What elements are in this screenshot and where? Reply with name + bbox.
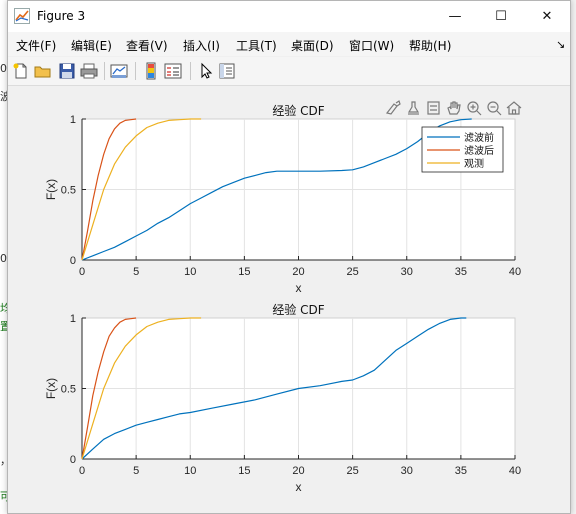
menu-insert[interactable]: 插入(I)	[183, 37, 220, 54]
figure-canvas[interactable]: 0 5 10 15 20 25 30 35 40 0 0.5 1 经验 CDF x F(x) 滤波前 滤波后 观测…	[8, 86, 570, 513]
axes-2: 0 5 10 15 20 25 30 35 40 0 0.5 1 经验 CDF x F(x)	[44, 302, 521, 494]
home-icon[interactable]	[506, 101, 522, 115]
y-tick-label: 1	[70, 114, 76, 126]
open-file-icon[interactable]	[34, 62, 52, 80]
link-plot-icon[interactable]	[110, 62, 128, 80]
y-tick-label: 0	[70, 454, 76, 466]
menu-file[interactable]: 文件(F)	[16, 37, 56, 54]
chart-title: 经验 CDF	[272, 103, 324, 118]
x-tick-label: 20	[292, 266, 304, 278]
x-tick-label: 5	[133, 266, 139, 278]
y-tick-label: 0.5	[61, 185, 76, 197]
menu-help[interactable]: 帮助(H)	[409, 37, 451, 54]
x-tick-label: 30	[401, 465, 413, 477]
x-tick-label: 15	[238, 465, 250, 477]
insert-colorbar-icon[interactable]	[142, 62, 160, 80]
plot-area[interactable]: 0 5 10 15 20 25 30 35 4000.51经验 CDFxF(x)滤波前滤波后观测…	[8, 86, 570, 513]
x-tick-label: 0	[79, 465, 85, 477]
toolbar-separator	[135, 62, 136, 80]
x-tick-label: 35	[455, 266, 467, 278]
background-text: 0	[0, 62, 7, 75]
x-tick-label: 40	[509, 266, 521, 278]
new-figure-icon[interactable]	[12, 62, 30, 80]
x-tick-label: 10	[184, 266, 196, 278]
pan-icon[interactable]	[447, 101, 461, 115]
window-title: Figure 3	[37, 9, 86, 23]
axes-1: 0 5 10 15 20 25 30 35 40 0 0.5 1 经验 CDF x F(x) 滤波前滤波后观测	[44, 103, 521, 295]
menu-desktop[interactable]: 桌面(D)	[291, 37, 334, 54]
minimize-button[interactable]: —	[432, 1, 478, 32]
x-tick-label: 25	[347, 266, 359, 278]
x-tick-label: 20	[292, 465, 304, 477]
y-axis-label: F(x)	[44, 378, 58, 399]
print-icon[interactable]	[80, 62, 98, 80]
x-tick-label: 0	[79, 266, 85, 278]
legend: 滤波前滤波后观测	[421, 126, 504, 173]
data-tips-icon[interactable]	[407, 101, 420, 115]
x-axis-label: x	[296, 281, 302, 295]
menu-window[interactable]: 窗口(W)	[349, 37, 394, 54]
property-inspector-icon[interactable]	[218, 62, 236, 80]
x-tick-label: 5	[133, 465, 139, 477]
x-tick-label: 10	[184, 465, 196, 477]
figure-window: Figure 3 — ☐ ✕ 文件(F) 编辑(E) 查看(V) 插入(I) 工…	[7, 0, 571, 514]
y-tick-label: 1	[70, 313, 76, 325]
x-tick-label: 25	[347, 465, 359, 477]
x-tick-label: 35	[455, 465, 467, 477]
brush-icon[interactable]	[385, 100, 401, 115]
menu-edit[interactable]: 编辑(E)	[71, 37, 112, 54]
title-bar[interactable]: Figure 3 — ☐ ✕	[8, 1, 570, 32]
edit-plot-arrow-icon[interactable]	[197, 62, 215, 80]
axes-toolbar	[385, 100, 522, 116]
x-tick-label: 15	[238, 266, 250, 278]
legend-entry: 观测	[464, 157, 484, 170]
matlab-logo-icon	[14, 8, 30, 24]
maximize-button[interactable]: ☐	[478, 1, 524, 32]
close-button[interactable]: ✕	[524, 1, 570, 32]
y-tick-label: 0	[70, 255, 76, 267]
zoom-out-icon[interactable]	[487, 101, 502, 116]
toolbar-separator	[104, 62, 105, 80]
menu-bar: 文件(F) 编辑(E) 查看(V) 插入(I) 工具(T) 桌面(D) 窗口(W…	[8, 32, 570, 56]
y-axis-label: F(x)	[44, 179, 58, 200]
legend-entry: 滤波后	[464, 144, 494, 157]
y-tick-label: 0.5	[61, 384, 76, 396]
menu-view[interactable]: 查看(V)	[126, 37, 168, 54]
toolbar-separator	[190, 62, 191, 80]
x-tick-label: 30	[401, 266, 413, 278]
background-text: 0	[0, 252, 7, 265]
save-icon[interactable]	[58, 62, 76, 80]
menu-overflow-icon[interactable]: ↘	[556, 38, 565, 51]
zoom-in-icon[interactable]	[467, 101, 482, 116]
x-axis-label: x	[296, 480, 302, 494]
x-tick-label: 40	[509, 465, 521, 477]
legend-entry: 滤波前	[464, 131, 494, 144]
insert-legend-icon[interactable]	[164, 62, 182, 80]
menu-tools[interactable]: 工具(T)	[236, 37, 277, 54]
zoom-select-icon[interactable]	[427, 101, 440, 115]
figure-toolbar	[8, 57, 570, 86]
chart-title: 经验 CDF	[272, 302, 324, 317]
